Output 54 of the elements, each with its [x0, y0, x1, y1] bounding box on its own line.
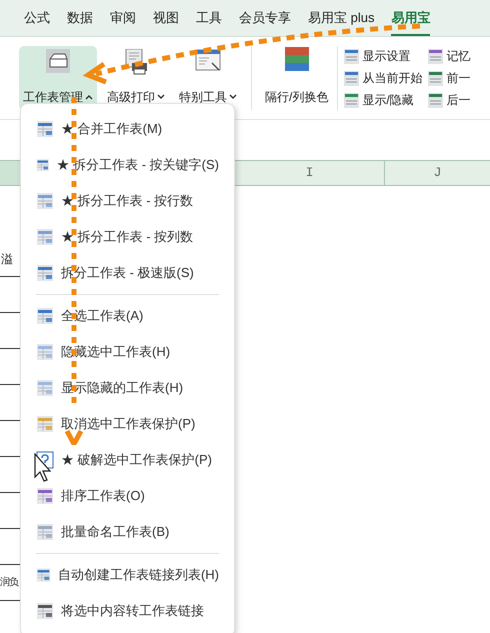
- chevron-up-icon: [85, 94, 93, 100]
- menu-item[interactable]: ★ 拆分工作表 - 按行数: [36, 183, 219, 219]
- menu-item[interactable]: 将选中内容转工作表链接: [36, 593, 219, 629]
- small-tool-icon: [428, 92, 444, 108]
- menu-item[interactable]: 拆分工作表 - 极速版(S): [36, 255, 219, 291]
- table-cell-text: 溢: [0, 250, 13, 268]
- worksheet-icon: [36, 602, 54, 620]
- chevron-down-icon: [229, 94, 237, 100]
- ribbon-small-button[interactable]: 后一: [428, 90, 470, 110]
- worksheet-icon: [36, 379, 54, 397]
- ribbon-tab[interactable]: 审阅: [110, 8, 136, 36]
- printer-icon: [124, 49, 148, 75]
- worksheet-icon: [36, 120, 54, 138]
- chevron-down-icon: [157, 94, 165, 100]
- menu-item[interactable]: ★ 合并工作表(M): [36, 111, 219, 147]
- color-bands-icon: [284, 47, 309, 71]
- menu-item[interactable]: 批量命名工作表(B): [36, 514, 219, 550]
- ribbon-small-button[interactable]: 显示/隐藏: [344, 90, 422, 110]
- column-header[interactable]: I: [235, 161, 385, 185]
- ribbon-tab[interactable]: 数据: [67, 8, 93, 36]
- worksheet-icon: [36, 487, 54, 505]
- worksheet-icon: [36, 156, 50, 174]
- worksheet-icon: [36, 192, 54, 210]
- ribbon-small-button[interactable]: 前一: [428, 68, 470, 88]
- ribbon-small-button[interactable]: 记忆: [428, 46, 470, 66]
- alternate-row-color-button[interactable]: 隔行/列换色: [262, 46, 332, 110]
- ribbon-small-button[interactable]: 显示设置: [344, 46, 422, 66]
- menu-item[interactable]: 自动创建工作表链接列表(H): [36, 557, 219, 593]
- worksheet-icon: [36, 228, 54, 246]
- small-tool-icon: [344, 92, 360, 108]
- menu-item[interactable]: 排序工作表(O): [36, 478, 219, 514]
- mouse-pointer-icon: [34, 453, 54, 483]
- small-tool-icon: [428, 70, 444, 86]
- worksheet-icon: [36, 415, 54, 433]
- small-tool-icon: [344, 70, 360, 86]
- window-icon: [195, 49, 221, 73]
- worksheet-icon: [36, 264, 54, 282]
- column-header[interactable]: J: [385, 161, 490, 185]
- worksheet-icon: [36, 307, 54, 325]
- drawer-icon: [46, 49, 70, 73]
- ribbon-tab[interactable]: 会员专享: [239, 8, 291, 36]
- small-tool-icon: [428, 48, 444, 64]
- menu-item[interactable]: ★ 拆分工作表 - 按列数: [36, 219, 219, 255]
- worksheet-icon: [36, 523, 54, 541]
- worksheet-icon: [36, 343, 54, 361]
- ribbon-tab[interactable]: 视图: [153, 8, 179, 36]
- ribbon-tab[interactable]: 工具: [196, 8, 222, 36]
- ribbon-small-button[interactable]: 从当前开始: [344, 68, 422, 88]
- small-tool-icon: [344, 48, 360, 64]
- table-cell-text: 润负: [0, 576, 18, 590]
- ribbon-tab[interactable]: 公式: [24, 8, 50, 36]
- worksheet-icon: [36, 566, 51, 584]
- menu-item[interactable]: 取消选中工作表保护(P): [36, 406, 219, 442]
- ribbon-tab[interactable]: 易用宝 plus: [308, 8, 374, 36]
